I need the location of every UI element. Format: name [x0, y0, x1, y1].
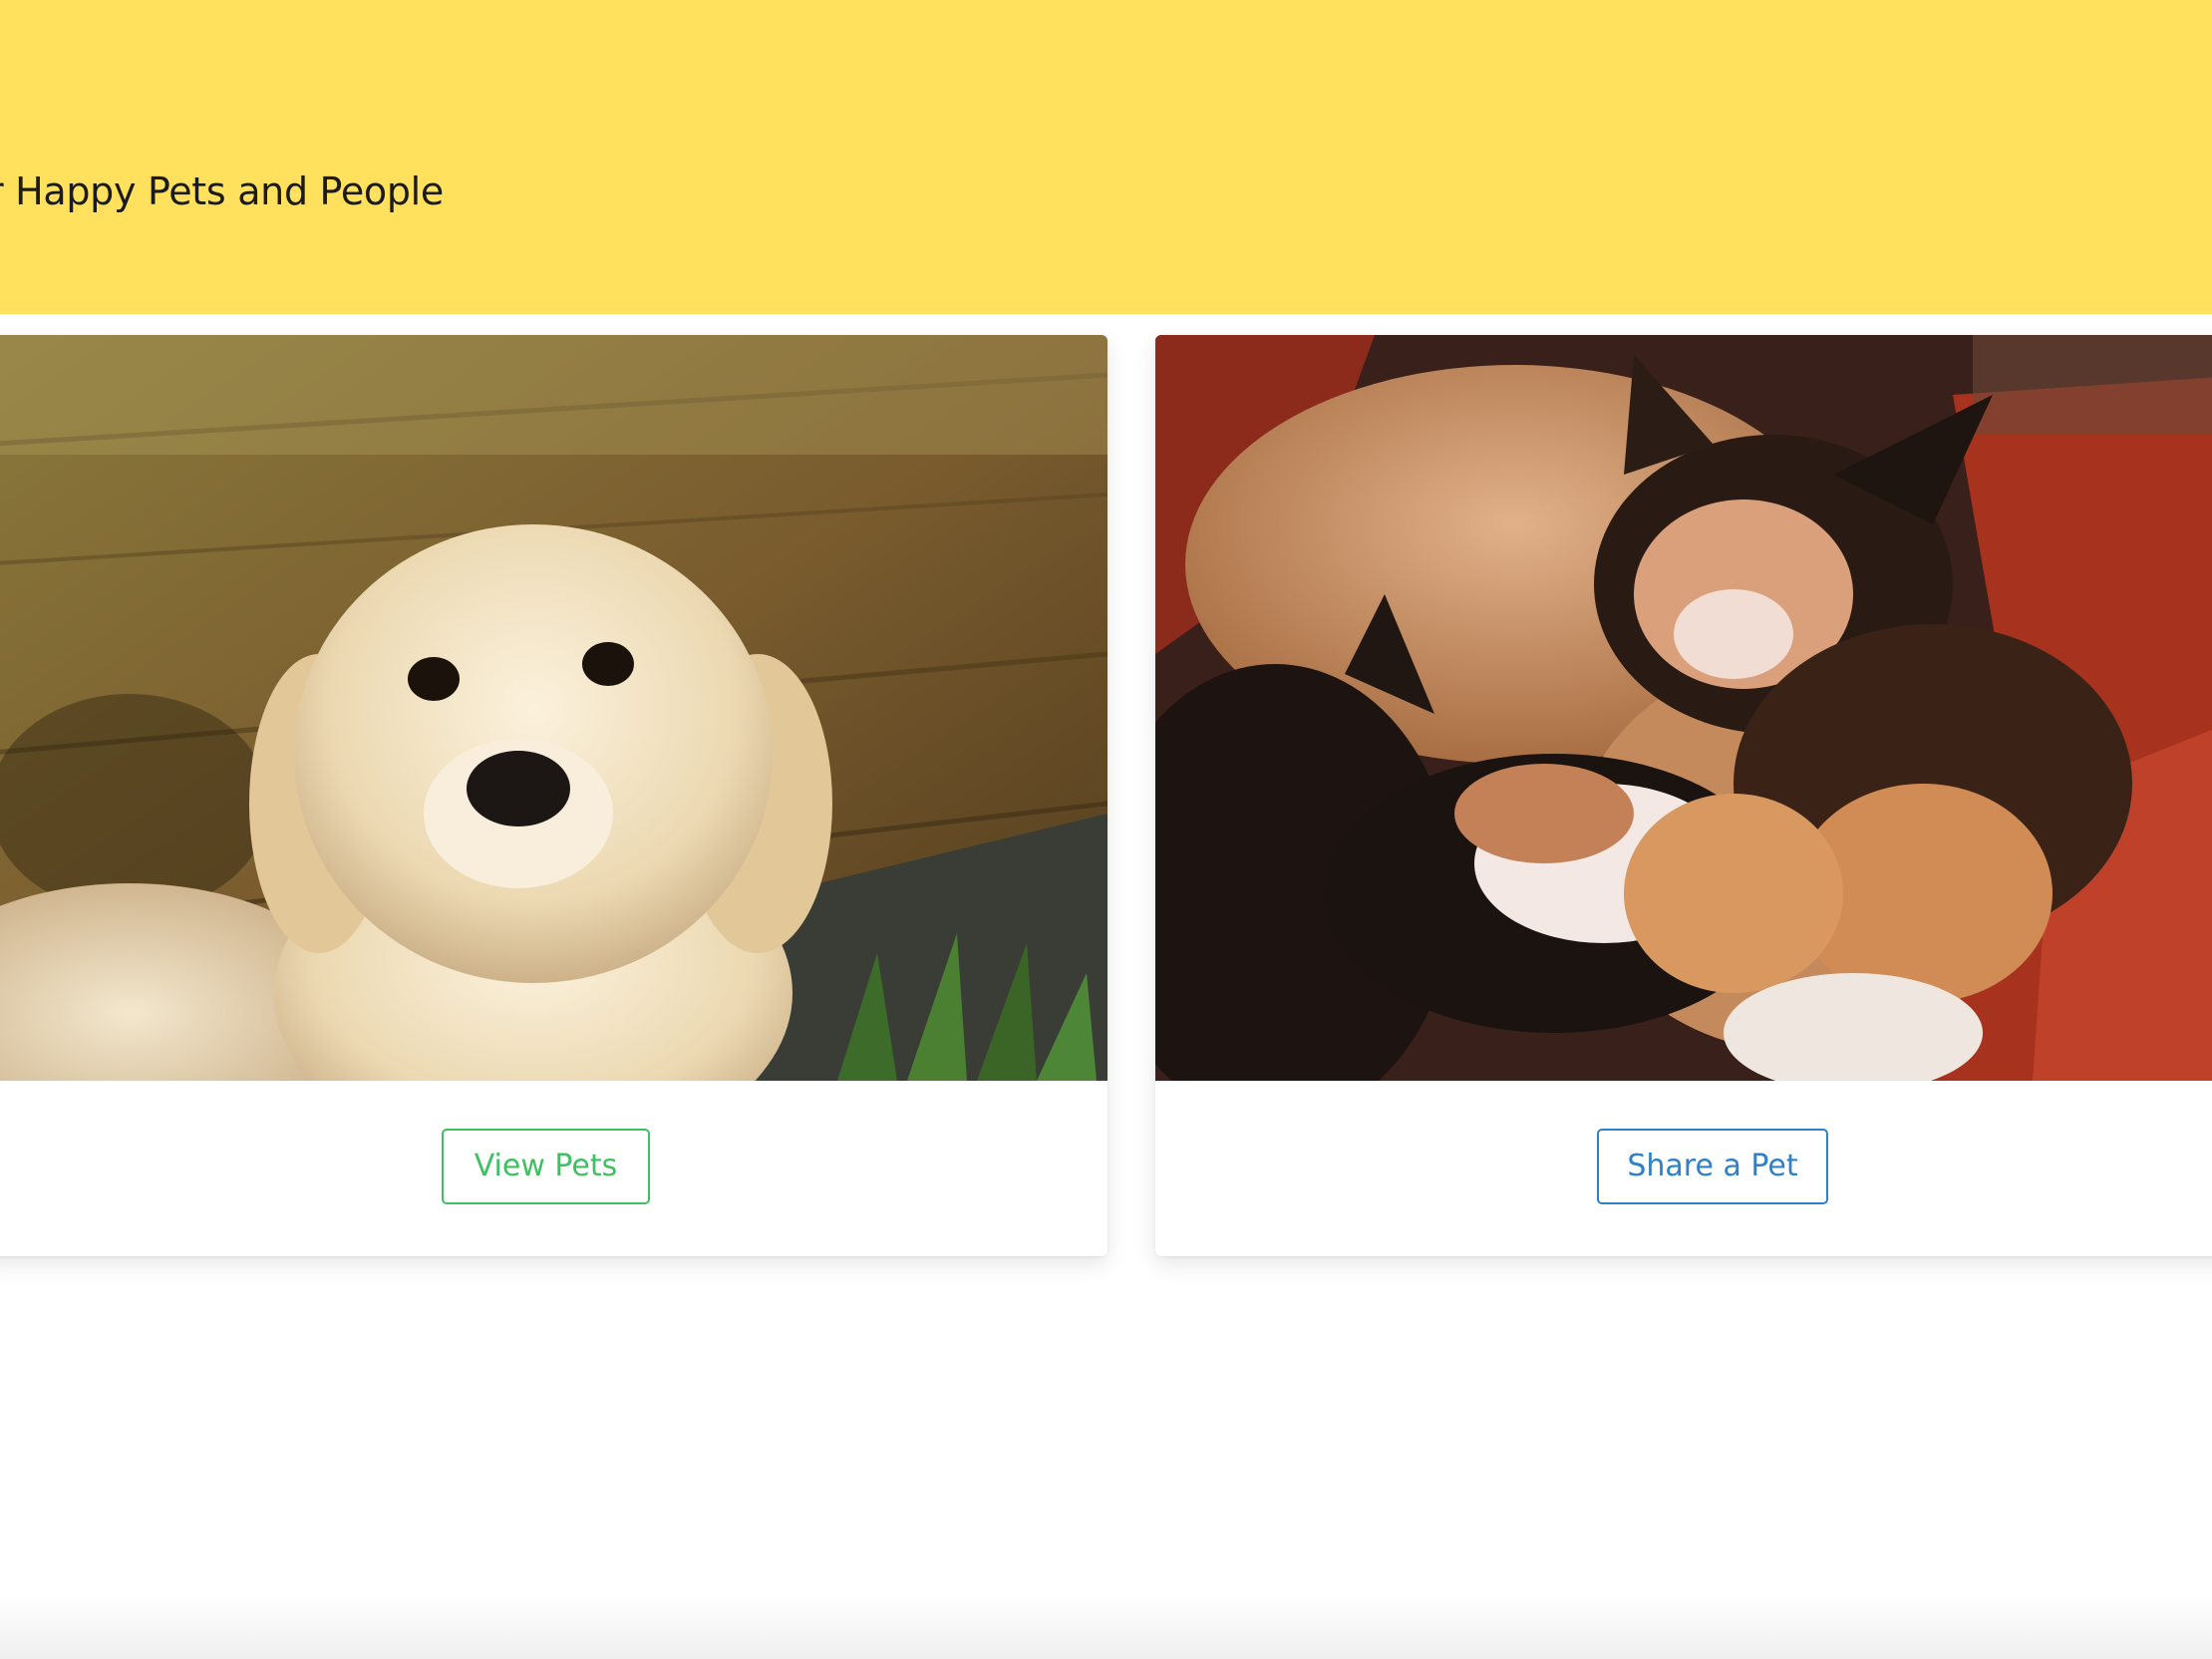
- puppy-photo: [0, 335, 1107, 1081]
- share-pet-button[interactable]: Share a Pet: [1597, 1129, 1828, 1204]
- view-pets-card: View Pets: [0, 335, 1107, 1256]
- share-pet-card: Share a Pet: [1155, 335, 2212, 1256]
- hero-subtitle: r Happy Pets and People: [0, 169, 445, 213]
- bottom-edge: [0, 1595, 2212, 1659]
- page: r Happy Pets and People View Pets Share …: [0, 0, 2212, 1659]
- kittens-photo: [1155, 335, 2212, 1081]
- view-pets-button[interactable]: View Pets: [442, 1129, 650, 1204]
- hero-banner: r Happy Pets and People: [0, 0, 2212, 314]
